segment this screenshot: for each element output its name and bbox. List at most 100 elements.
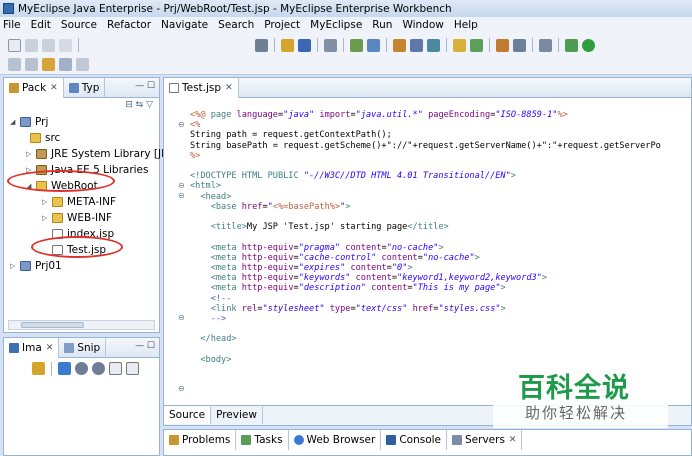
tab-problems-label: Problems	[182, 434, 231, 446]
expand-toggle-icon[interactable]: ◢	[10, 118, 20, 126]
save-icon[interactable]	[25, 38, 38, 52]
expand-toggle-icon[interactable]: ▷	[42, 214, 52, 222]
code-token: "text/css"	[355, 303, 408, 314]
table-icon[interactable]	[496, 38, 509, 52]
tab-test-jsp[interactable]: Test.jsp ✕	[164, 77, 239, 98]
code-line: <!--	[190, 294, 661, 304]
previous-annotation-icon[interactable]	[25, 57, 38, 71]
fold-toggle-icon[interactable]: ⊖	[178, 191, 185, 200]
fold-toggle-icon[interactable]: ⊖	[178, 120, 185, 129]
menu-run[interactable]: Run	[372, 19, 392, 31]
code-token: <meta	[190, 273, 242, 284]
settings-icon[interactable]	[255, 38, 268, 52]
expand-toggle-icon[interactable]: ▷	[10, 262, 20, 270]
server-icon[interactable]	[298, 38, 311, 52]
expand-toggle-icon[interactable]: ▷	[26, 150, 36, 158]
menu-refactor[interactable]: Refactor	[107, 19, 151, 31]
code-token: %>	[190, 150, 201, 161]
next-annotation-icon[interactable]	[8, 57, 21, 71]
deploy-icon[interactable]	[281, 38, 294, 52]
code-token: >	[541, 273, 548, 284]
code-content: <%@ page language="java" import="java.ut…	[190, 110, 661, 365]
scrollbar-thumb[interactable]	[21, 322, 84, 328]
zoom-in-icon[interactable]	[92, 362, 105, 375]
run-icon[interactable]	[582, 38, 595, 52]
last-edit-icon[interactable]	[42, 57, 55, 71]
code-editor[interactable]: ⊖ ⊖ ⊖ ⊖ ⊖ <%@ page language="java" impor…	[164, 98, 691, 405]
code-token: http-equiv	[241, 273, 294, 284]
arrows-icon[interactable]	[32, 362, 45, 375]
code-token: >	[500, 303, 506, 314]
tab-type-hierarchy[interactable]: Typ	[64, 77, 106, 98]
tree-item-meta-inf[interactable]: ▷ META-INF	[42, 194, 116, 210]
tree-item-web-inf[interactable]: ▷ WEB-INF	[42, 210, 112, 226]
menu-edit[interactable]: Edit	[31, 19, 51, 31]
database-icon[interactable]	[513, 38, 526, 52]
tab-source[interactable]: Source	[164, 406, 212, 424]
new-class-icon[interactable]	[367, 38, 380, 52]
tab-package-explorer[interactable]: Pack ✕	[4, 77, 64, 98]
code-token: %>	[557, 110, 568, 120]
zoom-out-icon[interactable]	[75, 362, 88, 375]
collapse-all-icon[interactable]: ⊟	[125, 100, 133, 110]
fold-toggle-icon[interactable]: ⊖	[178, 384, 185, 393]
tree-item-src[interactable]: src	[30, 130, 60, 146]
tree-item-jre-library[interactable]: ▷ JRE System Library [JD	[26, 146, 169, 162]
tab-image-preview-label: Ima	[22, 341, 42, 354]
close-icon[interactable]: ✕	[50, 83, 58, 93]
minimize-maximize-icon[interactable]: — ☐	[135, 341, 155, 351]
code-token: <%=basePath%>	[272, 201, 341, 212]
menu-search[interactable]: Search	[218, 19, 254, 31]
tab-image-preview[interactable]: Ima ✕	[4, 337, 60, 358]
debug-icon[interactable]	[565, 38, 578, 52]
tree-item-prj01[interactable]: ▷ Prj01	[10, 258, 62, 274]
fit-icon[interactable]	[58, 362, 71, 375]
monitor-icon[interactable]	[539, 38, 552, 52]
globe-icon[interactable]	[427, 38, 440, 52]
fold-toggle-icon[interactable]: ⊖	[178, 313, 185, 322]
close-icon[interactable]: ✕	[46, 343, 54, 353]
tab-problems[interactable]: Problems	[164, 430, 237, 450]
folder-open-icon[interactable]	[453, 38, 466, 52]
back-icon[interactable]	[59, 57, 72, 71]
tab-web-browser[interactable]: Web Browser	[289, 430, 382, 450]
menu-window[interactable]: Window	[402, 19, 443, 31]
new-java-project-icon[interactable]	[350, 38, 363, 52]
menu-project[interactable]: Project	[264, 19, 300, 31]
tab-tasks[interactable]: Tasks	[236, 430, 289, 450]
menu-help[interactable]: Help	[454, 19, 478, 31]
menu-myeclipse[interactable]: MyEclipse	[310, 19, 362, 31]
close-icon[interactable]: ✕	[509, 435, 517, 445]
window-title: MyEclipse Java Enterprise - Prj/WebRoot/…	[18, 2, 452, 15]
tab-package-explorer-label: Pack	[22, 81, 47, 94]
web-project-icon[interactable]	[410, 38, 423, 52]
print-icon[interactable]	[59, 38, 72, 52]
gear-icon[interactable]	[324, 38, 337, 52]
tab-preview[interactable]: Preview	[211, 406, 263, 424]
open-type-icon[interactable]	[393, 38, 406, 52]
menu-navigate[interactable]: Navigate	[161, 19, 208, 31]
tree-item-prj[interactable]: ◢ Prj	[10, 114, 48, 130]
save-all-icon[interactable]	[42, 38, 55, 52]
fullscreen-icon[interactable]	[126, 362, 139, 375]
menu-file[interactable]: File	[3, 19, 21, 31]
refresh-icon[interactable]	[470, 38, 483, 52]
tab-console[interactable]: Console	[381, 430, 448, 450]
actual-size-icon[interactable]	[109, 362, 122, 375]
close-icon[interactable]: ✕	[225, 83, 233, 93]
tab-servers[interactable]: Servers ✕	[447, 430, 523, 450]
code-token: >	[474, 252, 480, 263]
forward-icon[interactable]	[76, 57, 89, 71]
new-icon[interactable]	[8, 38, 21, 52]
fold-toggle-icon[interactable]: ⊖	[178, 181, 185, 190]
tab-snippets[interactable]: Snip	[59, 337, 107, 358]
link-with-editor-icon[interactable]: ⇆	[136, 100, 144, 110]
minimize-maximize-icon[interactable]: — ☐	[135, 81, 155, 91]
view-menu-icon[interactable]: ▽	[146, 100, 153, 110]
view-toolbar: ⊟ ⇆ ▽	[125, 100, 153, 110]
expand-toggle-icon[interactable]: ▷	[42, 198, 52, 206]
menu-source[interactable]: Source	[61, 19, 97, 31]
horizontal-scrollbar[interactable]	[8, 320, 155, 330]
